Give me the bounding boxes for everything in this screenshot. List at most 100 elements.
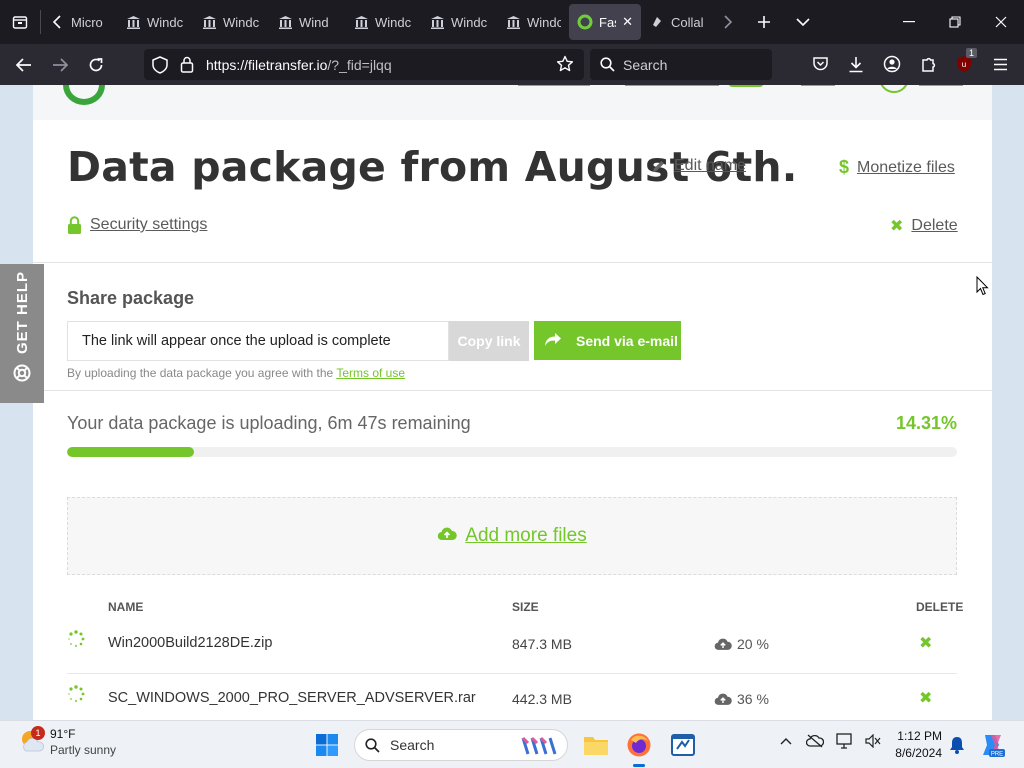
- edit-name-link[interactable]: Edit name: [651, 157, 746, 175]
- onedrive-offline-icon[interactable]: [800, 734, 830, 748]
- nav-underline: [518, 85, 590, 86]
- copilot-icon[interactable]: PRE: [978, 731, 1006, 759]
- list-tabs-icon[interactable]: [783, 0, 823, 44]
- share-link-placeholder: The link will appear once the upload is …: [82, 333, 391, 349]
- send-email-button[interactable]: Send via e-mail: [534, 321, 681, 360]
- web-page: Data package from August 6th. Edit name …: [0, 85, 1024, 720]
- tab-2[interactable]: Windc: [117, 4, 193, 40]
- upload-progress-bar: [67, 447, 957, 457]
- share-package-heading: Share package: [67, 288, 195, 308]
- back-icon[interactable]: [6, 49, 42, 81]
- taskbar-search-box[interactable]: Search: [354, 729, 568, 761]
- file-name: SC_WINDOWS_2000_PRO_SERVER_ADVSERVER.rar: [108, 690, 476, 706]
- close-window-icon[interactable]: [978, 0, 1024, 44]
- tab-6[interactable]: Windc: [421, 4, 497, 40]
- forward-icon[interactable]: [42, 49, 78, 81]
- active-app-indicator: [633, 764, 645, 767]
- minimize-icon[interactable]: [886, 0, 932, 44]
- new-tab-icon[interactable]: [745, 0, 783, 44]
- svg-text:u: u: [962, 60, 966, 69]
- share-arrow-icon: [544, 332, 562, 350]
- url-host: https://filetransfer.io: [206, 56, 328, 73]
- terms-prefix: By uploading the data package you agree …: [67, 366, 337, 380]
- file-progress-text: 36 %: [737, 691, 769, 707]
- restore-icon[interactable]: [932, 0, 978, 44]
- lifebuoy-icon: [13, 364, 31, 387]
- upload-status-text: Your data package is uploading, 6m 47s r…: [67, 413, 471, 433]
- url-bar[interactable]: https://filetransfer.io/?_fid=jlqq: [144, 49, 584, 80]
- tab-1[interactable]: Micro: [41, 4, 117, 40]
- site-header-partial: [33, 85, 992, 120]
- copy-link-label: Copy link: [457, 333, 521, 349]
- tab-5[interactable]: Windc: [345, 4, 421, 40]
- tab-title: Wind: [299, 14, 329, 30]
- system-clock[interactable]: 1:12 PM 8/6/2024: [880, 729, 942, 760]
- terms-of-use-link[interactable]: Terms of use: [336, 366, 405, 380]
- weather-widget[interactable]: 1 91°F Partly sunny: [18, 726, 116, 757]
- tab-title: Windc: [147, 14, 184, 30]
- clock-time: 1:12 PM: [897, 729, 942, 743]
- shield-icon[interactable]: [152, 56, 168, 77]
- tab-overview-icon[interactable]: [0, 0, 40, 44]
- tab-title: Micro: [71, 14, 103, 30]
- delete-file-icon[interactable]: ✖: [919, 633, 932, 653]
- get-help-tab[interactable]: GET HELP: [0, 264, 44, 403]
- tab-title: Windc: [223, 14, 260, 30]
- tab-active-filetransfer[interactable]: Fas ✕: [569, 4, 641, 40]
- notification-bell-icon[interactable]: [947, 733, 967, 757]
- tab-4[interactable]: Wind: [269, 4, 345, 40]
- filetransfer-logo-icon: [63, 85, 105, 105]
- bookmark-star-icon[interactable]: [556, 55, 574, 76]
- file-row: Win2000Build2128DE.zip 847.3 MB 20 % ✖: [67, 620, 957, 672]
- tab-7[interactable]: Windc: [497, 4, 569, 40]
- windows-start-icon[interactable]: [311, 729, 343, 761]
- delete-package-link[interactable]: ✖ Delete: [890, 216, 958, 236]
- share-link-field[interactable]: The link will appear once the upload is …: [67, 321, 449, 361]
- nav-badge: [729, 85, 763, 87]
- delete-file-icon[interactable]: ✖: [919, 688, 932, 708]
- column-header-size: SIZE: [512, 600, 539, 614]
- search-bar[interactable]: Search: [590, 49, 772, 80]
- tab-3[interactable]: Windc: [193, 4, 269, 40]
- firefox-icon[interactable]: [623, 729, 655, 767]
- delete-label: Delete: [911, 217, 958, 234]
- extensions-icon[interactable]: [910, 48, 946, 80]
- file-explorer-icon[interactable]: [580, 729, 612, 761]
- remote-app-icon[interactable]: [667, 729, 699, 761]
- add-files-dropzone[interactable]: Add more files: [67, 497, 957, 575]
- add-more-files-link[interactable]: Add more files: [465, 525, 586, 547]
- columns-icon: [353, 14, 369, 30]
- monetize-files-link[interactable]: $ Monetize files: [839, 157, 955, 178]
- security-settings-link[interactable]: Security settings: [67, 216, 207, 234]
- show-hidden-icons-icon[interactable]: [772, 737, 800, 745]
- search-placeholder: Search: [623, 56, 668, 73]
- close-tab-icon[interactable]: ✕: [622, 14, 633, 30]
- pocket-icon[interactable]: [802, 48, 838, 80]
- columns-icon: [125, 14, 141, 30]
- weather-temp: 91°F: [50, 727, 76, 741]
- browser-tab-bar: Micro Windc Windc Wind Windc Windc Windc…: [0, 0, 1024, 44]
- partly-sunny-icon: 1: [18, 726, 46, 757]
- file-progress: 20 %: [714, 636, 769, 652]
- columns-icon: [429, 14, 445, 30]
- network-icon[interactable]: [830, 733, 860, 749]
- columns-icon: [277, 14, 293, 30]
- nav-underline: [919, 85, 963, 86]
- reload-icon[interactable]: [78, 49, 114, 81]
- tab-title: Windc: [375, 14, 412, 30]
- nav-underline: [801, 85, 835, 86]
- loading-spinner-icon: [67, 685, 85, 708]
- columns-icon: [505, 14, 521, 30]
- account-icon[interactable]: [874, 48, 910, 80]
- menu-icon[interactable]: [982, 48, 1018, 80]
- column-header-name: NAME: [108, 600, 144, 614]
- lock-icon[interactable]: [180, 56, 194, 76]
- downloads-icon[interactable]: [838, 48, 874, 80]
- get-help-label: GET HELP: [14, 270, 31, 354]
- ublock-extension-icon[interactable]: u 1: [946, 48, 982, 80]
- tab-scroll-right-icon[interactable]: [711, 0, 745, 44]
- user-avatar-icon[interactable]: [879, 85, 909, 93]
- url-text: https://filetransfer.io/?_fid=jlqq: [206, 57, 392, 73]
- copy-link-button[interactable]: Copy link: [449, 321, 529, 361]
- tab-9[interactable]: Collal: [641, 4, 711, 40]
